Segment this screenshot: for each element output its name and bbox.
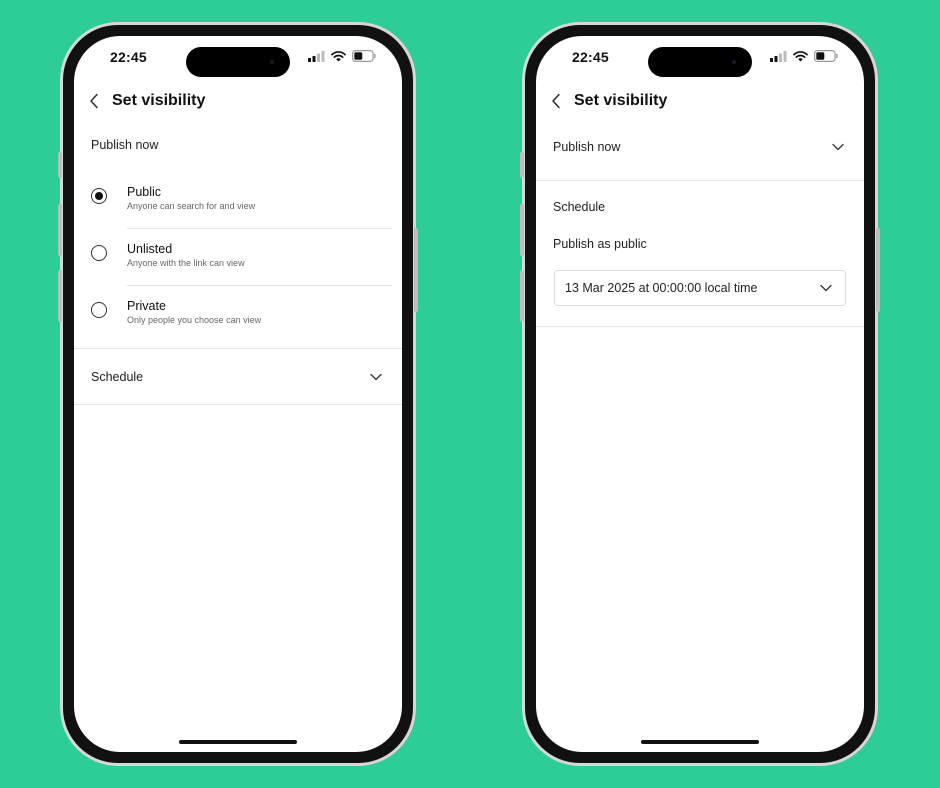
phone-bezel: 22:45 (525, 25, 875, 763)
section-divider (536, 326, 864, 327)
back-button[interactable] (539, 84, 573, 118)
publish-as-label: Publish as public (553, 237, 647, 251)
visibility-content: Publish now Schedule Publish as public 1… (536, 120, 864, 327)
cellular-signal-icon (308, 50, 325, 62)
publish-now-row[interactable]: Publish now (536, 114, 864, 180)
dynamic-island (648, 47, 752, 77)
section-divider (74, 404, 402, 405)
power-button (876, 228, 880, 312)
option-private[interactable]: Private Only people you choose can view (74, 286, 402, 348)
back-button[interactable] (77, 84, 111, 118)
chevron-left-icon (552, 93, 560, 109)
schedule-section: Schedule Publish as public 13 Mar 2025 a… (536, 181, 864, 326)
page-title: Set visibility (112, 92, 206, 109)
screen: 22:45 (74, 36, 402, 752)
battery-icon (352, 50, 376, 62)
option-unlisted[interactable]: Unlisted Anyone with the link can view (74, 229, 402, 286)
publish-now-label: Publish now (553, 140, 621, 154)
wifi-icon (793, 50, 808, 61)
radio-private[interactable] (91, 302, 107, 318)
chevron-left-icon (90, 93, 98, 109)
radio-unlisted[interactable] (91, 245, 107, 261)
nav-bar: Set visibility (536, 84, 864, 118)
status-time: 22:45 (110, 49, 147, 65)
schedule-label: Schedule (553, 200, 606, 214)
volume-down-button (520, 270, 524, 322)
publish-now-label: Publish now (91, 138, 159, 152)
option-public[interactable]: Public Anyone can search for and view (74, 172, 402, 229)
radio-public[interactable] (91, 188, 107, 204)
option-public-description: Anyone can search for and view (127, 201, 256, 211)
status-time: 22:45 (572, 49, 609, 65)
battery-icon (814, 50, 838, 62)
page-title: Set visibility (574, 92, 668, 109)
power-button (414, 228, 418, 312)
phone-bezel: 22:45 (63, 25, 413, 763)
volume-down-button (58, 270, 62, 322)
wifi-icon (331, 50, 346, 61)
chevron-down-icon (820, 284, 832, 292)
option-unlisted-label: Unlisted (127, 242, 173, 256)
option-unlisted-description: Anyone with the link can view (127, 258, 245, 268)
option-private-label: Private (127, 299, 166, 313)
volume-up-button (58, 204, 62, 256)
option-private-description: Only people you choose can view (127, 315, 262, 325)
phone-right: 22:45 Set visibility Publish now Schedul… (520, 22, 880, 766)
status-icons (308, 50, 376, 62)
dynamic-island (186, 47, 290, 77)
cellular-signal-icon (770, 50, 787, 62)
schedule-row[interactable]: Schedule (74, 349, 402, 404)
visibility-content: Publish now Public Anyone can search for… (74, 120, 402, 405)
chevron-down-icon[interactable] (370, 373, 382, 381)
screen: 22:45 (536, 36, 864, 752)
action-button (520, 152, 524, 178)
volume-up-button (520, 204, 524, 256)
status-icons (770, 50, 838, 62)
phone-left: 22:45 Set visibility Publish now Public … (58, 22, 418, 766)
chevron-down-icon[interactable] (832, 143, 844, 151)
action-button (58, 152, 62, 178)
schedule-label: Schedule (91, 369, 144, 384)
home-indicator[interactable] (179, 740, 297, 744)
option-public-label: Public (127, 185, 162, 199)
nav-bar: Set visibility (74, 84, 402, 118)
home-indicator[interactable] (641, 740, 759, 744)
schedule-date-select[interactable]: 13 Mar 2025 at 00:00:00 local time (554, 270, 846, 306)
schedule-date-value: 13 Mar 2025 at 00:00:00 local time (565, 281, 758, 295)
